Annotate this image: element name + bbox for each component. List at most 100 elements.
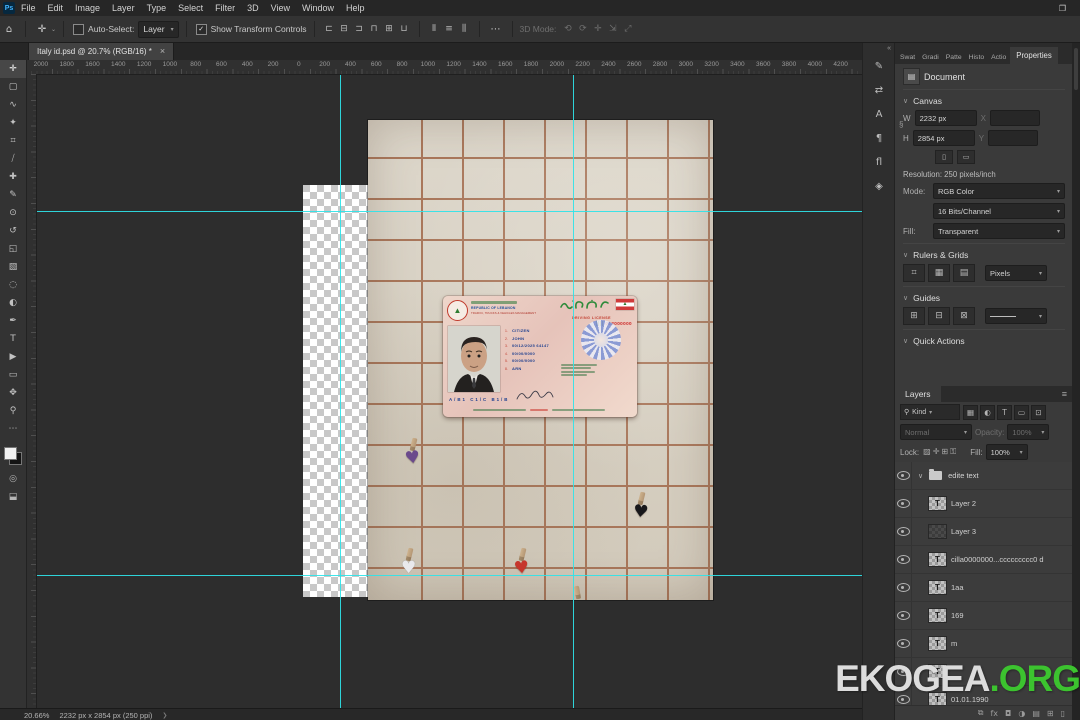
distribute-v-icon[interactable]: ≡ [443, 23, 456, 36]
layer-row[interactable]: T 169 [895, 602, 1073, 630]
quick-selection-tool[interactable]: ✦ [0, 114, 26, 132]
foreground-color-swatch[interactable] [4, 447, 17, 460]
toggle-rulers-icon[interactable]: ⌗ [903, 264, 925, 282]
canvas-fill-dropdown[interactable]: Transparent ▾ [933, 223, 1065, 239]
panel-tab-patte[interactable]: Patte [943, 51, 965, 64]
3d-orbit-icon[interactable]: ⟲ [561, 23, 574, 36]
x-input[interactable] [989, 110, 1040, 126]
panel-tab-properties[interactable]: Properties [1010, 47, 1058, 64]
crop-tool[interactable]: ⌗ [0, 132, 26, 150]
swap-panels-icon[interactable]: ⇄ [868, 80, 890, 100]
guide-horizontal[interactable] [36, 211, 862, 212]
adjustment-layer-icon[interactable]: ◑ [1018, 709, 1025, 718]
align-top-icon[interactable]: ⊓ [368, 23, 381, 36]
filter-type-layers-icon[interactable]: T [997, 404, 1012, 420]
guide-vertical[interactable] [573, 74, 574, 708]
layer-name[interactable]: 1aa [951, 583, 964, 592]
fill-input[interactable]: 100% ▾ [985, 444, 1028, 460]
guide-vertical[interactable] [340, 74, 341, 708]
canvas-section-header[interactable]: ∨ Canvas [903, 89, 1065, 106]
zoom-level-input[interactable]: 20.66% [24, 711, 49, 720]
gradient-tool[interactable]: ▧ [0, 258, 26, 276]
auto-select-checkbox[interactable] [73, 23, 85, 35]
menu-image[interactable]: Image [75, 3, 100, 13]
layer-row[interactable]: Layer 3 [895, 518, 1073, 546]
layer-name[interactable]: cilla0000000...ccccccccc0 d [951, 555, 1044, 564]
quick-actions-section-header[interactable]: ∨ Quick Actions [903, 329, 1065, 346]
filter-smart-objects-icon[interactable]: ⊡ [1031, 404, 1046, 420]
layer-thumbnail[interactable] [928, 524, 947, 539]
menu-edit[interactable]: Edit [48, 3, 64, 13]
menu-filter[interactable]: Filter [215, 3, 235, 13]
layer-name[interactable]: edite text [948, 471, 978, 480]
layer-thumbnail[interactable]: T [928, 636, 947, 651]
zoom-tool[interactable]: ⚲ [0, 402, 26, 420]
layer-row[interactable]: Tm [895, 630, 1073, 658]
glyphs-panel-icon[interactable]: fl [868, 152, 890, 172]
lock-transparency-icon[interactable]: ▨ [923, 447, 931, 457]
guide-layout-icon[interactable]: ⊟ [928, 307, 950, 325]
blur-tool[interactable]: ◌ [0, 276, 26, 294]
status-chevron-icon[interactable]: ❯ [162, 712, 167, 719]
layer-thumbnail[interactable]: T [928, 608, 947, 623]
lock-all-icon[interactable]: ⚿ [950, 447, 956, 457]
document-selector[interactable]: ▤ Document [903, 68, 1065, 85]
link-dimensions-icon[interactable]: § [899, 120, 903, 129]
libraries-panel-icon[interactable]: ◈ [868, 176, 890, 196]
visibility-eye-icon[interactable] [896, 639, 910, 648]
menu-help[interactable]: Help [346, 3, 365, 13]
lock-artboard-icon[interactable]: ⊞ [941, 447, 948, 457]
align-center-v-icon[interactable]: ⊞ [383, 23, 396, 36]
lasso-tool[interactable]: ∿ [0, 96, 26, 114]
layer-row[interactable]: Tcilla0000000...ccccccccc0 d [895, 546, 1073, 574]
layer-row[interactable]: ∨ edite text [895, 462, 1073, 490]
layer-name[interactable]: Layer 2 [951, 499, 976, 508]
guides-section-header[interactable]: ∨ Guides [903, 286, 1065, 303]
move-tool[interactable]: ✛ [0, 60, 26, 78]
eyedropper-tool[interactable]: ⧸ [0, 150, 26, 168]
align-bottom-icon[interactable]: ⊔ [398, 23, 411, 36]
layer-name[interactable]: Layer 3 [951, 527, 976, 536]
blend-mode-dropdown[interactable]: Normal ▾ [900, 424, 972, 440]
layer-thumbnail[interactable]: T [928, 552, 947, 567]
lock-position-icon[interactable]: ✛ [933, 447, 940, 457]
width-input[interactable]: 2232 px [914, 110, 977, 126]
3d-roll-icon[interactable]: ⟳ [576, 23, 589, 36]
close-icon[interactable]: × [160, 46, 165, 56]
layer-name[interactable]: 169 [951, 611, 964, 620]
align-right-icon[interactable]: ⊐ [353, 23, 366, 36]
layer-thumbnail[interactable]: T [928, 580, 947, 595]
opacity-input[interactable]: 100% ▾ [1007, 424, 1050, 440]
eraser-tool[interactable]: ◱ [0, 240, 26, 258]
visibility-eye-icon[interactable] [896, 583, 910, 592]
canvas-area[interactable]: ▲ REPUBLIC OF LEBANON TRAFFIC, TRUCKS & … [36, 74, 862, 708]
hand-tool[interactable]: ✥ [0, 384, 26, 402]
units-dropdown[interactable]: Pixels ▾ [985, 265, 1047, 281]
link-layers-icon[interactable]: ⧉ [978, 708, 984, 718]
new-group-icon[interactable]: ▤ [1032, 709, 1040, 718]
color-mode-dropdown[interactable]: RGB Color ▾ [933, 183, 1065, 199]
menu-view[interactable]: View [271, 3, 290, 13]
landscape-orientation-icon[interactable]: ▭ [957, 150, 975, 164]
layer-name[interactable]: m [951, 639, 957, 648]
vertical-ruler[interactable] [26, 74, 37, 708]
layer-effects-icon[interactable]: fx [990, 709, 998, 718]
properties-panel-icon[interactable]: ✎ [868, 56, 890, 76]
horizontal-ruler[interactable]: 2000 1800 1600 1400 1200 1000 800 600 400 200 0 200… [26, 60, 862, 75]
pen-tool[interactable]: ✒ [0, 312, 26, 330]
new-guide-icon[interactable]: ⊞ [903, 307, 925, 325]
rectangle-tool[interactable]: ▭ [0, 366, 26, 384]
toggle-snap-icon[interactable]: ▤ [953, 264, 975, 282]
visibility-eye-icon[interactable] [896, 471, 910, 480]
panel-scrollbar[interactable] [1072, 42, 1080, 720]
brush-tool[interactable]: ✎ [0, 186, 26, 204]
layer-row[interactable]: T 1aa [895, 574, 1073, 602]
3d-slide-icon[interactable]: ⇲ [606, 23, 619, 36]
toggle-grid-icon[interactable]: ▦ [928, 264, 950, 282]
screen-mode-icon[interactable]: ⬓ [9, 492, 18, 502]
panel-tab-gradi[interactable]: Gradi [919, 51, 942, 64]
new-layer-icon[interactable]: ⊞ [1047, 709, 1054, 718]
panel-menu-icon[interactable]: ≡ [1062, 389, 1067, 399]
character-panel-icon[interactable]: A [868, 104, 890, 124]
3d-pan-icon[interactable]: ✛ [591, 23, 604, 36]
